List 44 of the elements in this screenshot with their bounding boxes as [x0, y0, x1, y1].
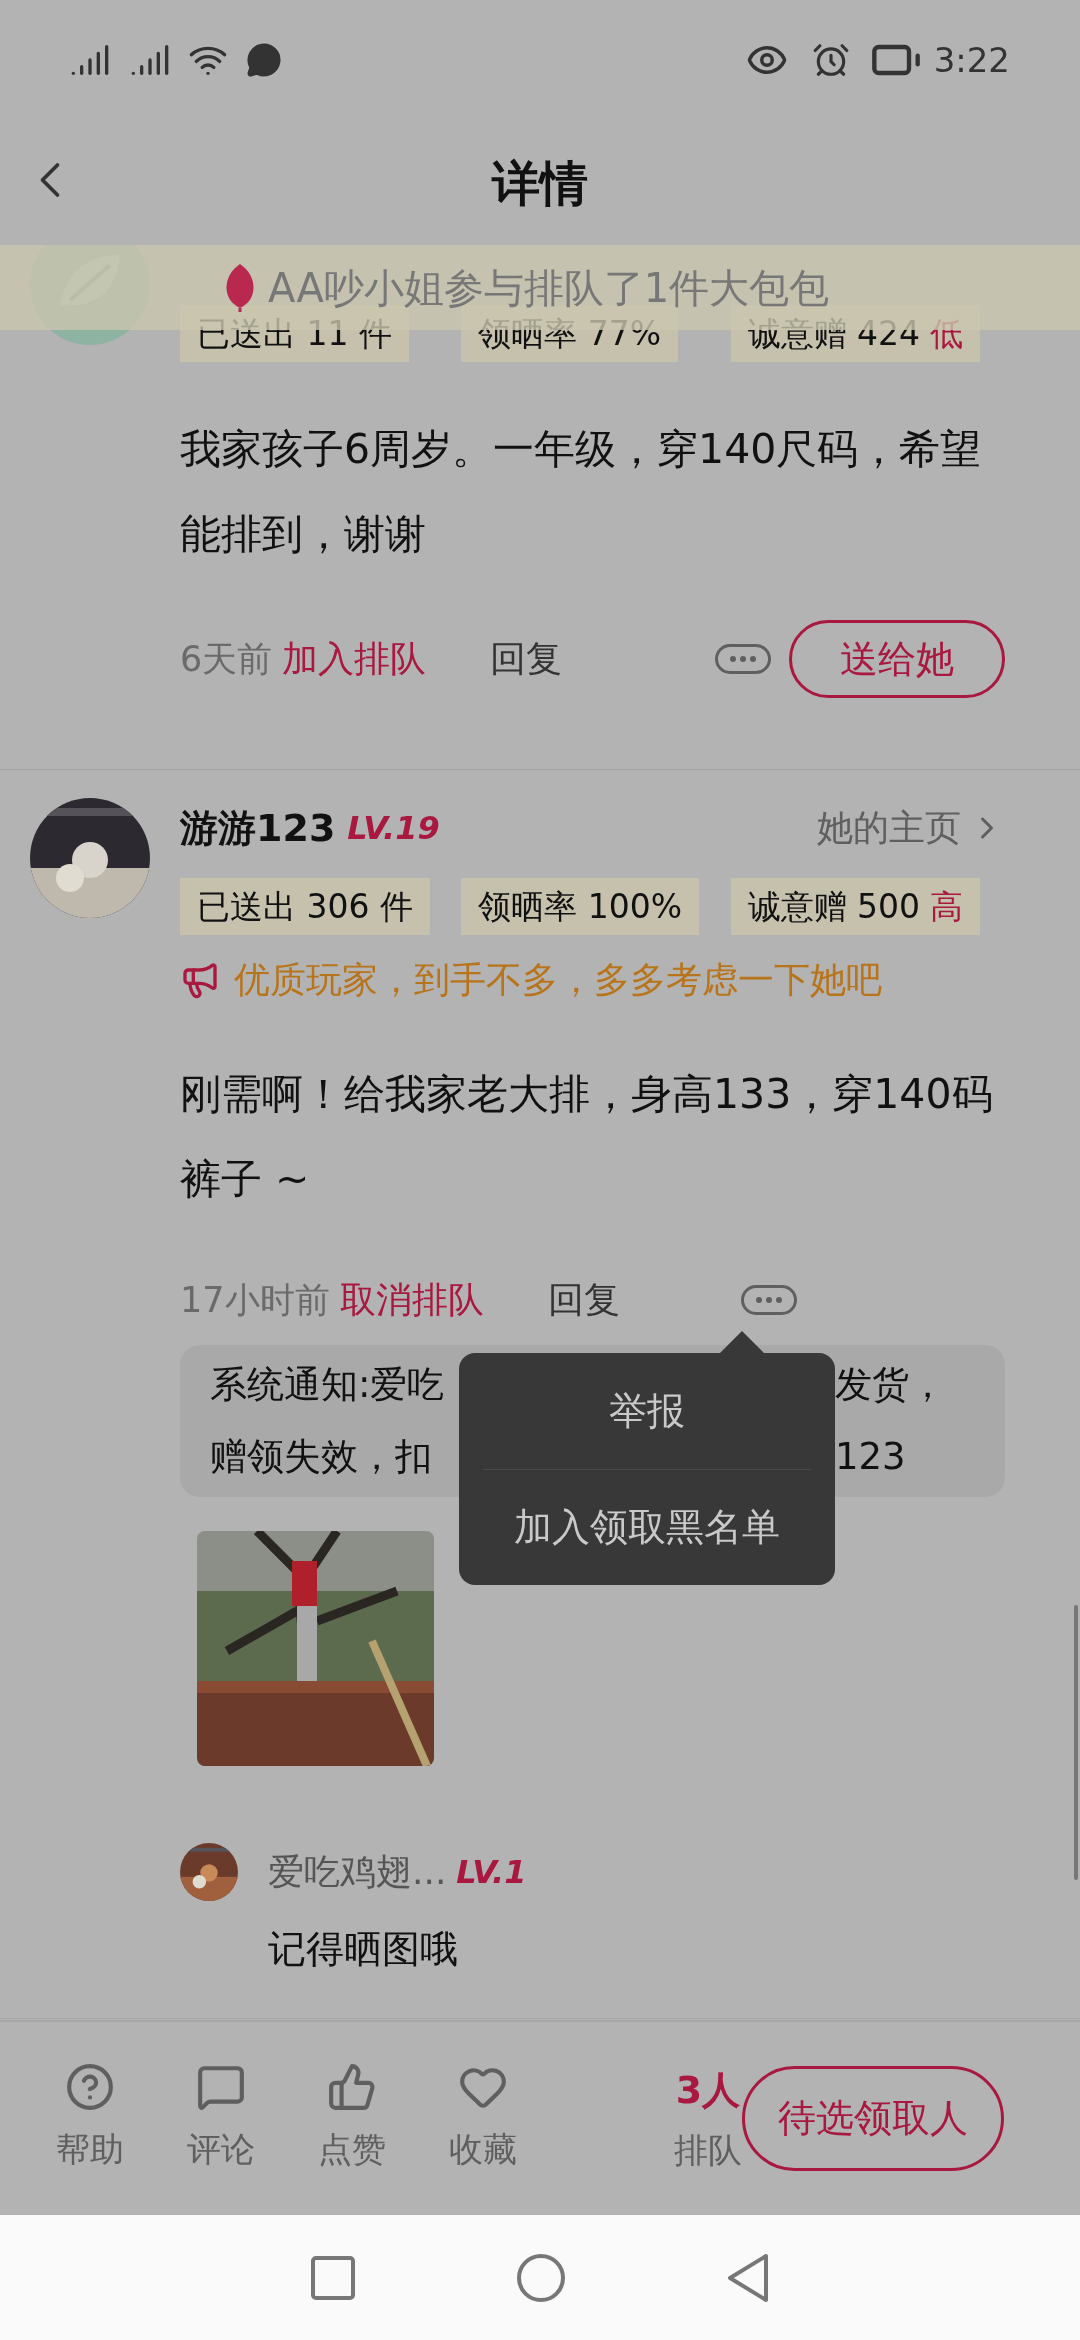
level-label: LV.1	[456, 1852, 527, 1893]
alarm-icon	[811, 41, 850, 79]
stat-chip: 诚意赠 500 高	[730, 878, 980, 935]
queue-link[interactable]: 取消排队	[339, 1273, 484, 1327]
reply-button[interactable]: 回复	[490, 632, 563, 686]
reply-button[interactable]: 回复	[547, 1273, 620, 1327]
bottom-action[interactable]: 点赞	[292, 2062, 412, 2175]
home-icon[interactable]	[516, 2252, 566, 2303]
level-label: LV.19	[347, 808, 440, 849]
post-time: 6天前	[180, 637, 273, 681]
menu-item[interactable]: 举报	[483, 1353, 811, 1469]
queue-link[interactable]: 加入排队	[282, 632, 427, 686]
page-title: 详情	[492, 153, 588, 213]
status-time: 3:22	[933, 38, 1010, 82]
notice-text: 优质玩家，到手不多，多多考虑一下她吧	[234, 958, 882, 1002]
bottom-action[interactable]: 评论	[161, 2062, 281, 2175]
stat-chip: 已送出 306 件	[180, 878, 430, 935]
more-icon[interactable]	[715, 644, 771, 674]
gift-button[interactable]: 送给她	[789, 620, 1005, 698]
recents-icon[interactable]	[310, 2254, 356, 2301]
help-icon	[65, 2062, 115, 2112]
megaphone-icon	[180, 960, 220, 1000]
queue-count: 3人	[675, 2066, 741, 2114]
notice-line-text: 赠领失效，扣	[210, 1434, 432, 1481]
chat-icon	[246, 42, 282, 78]
profile-link[interactable]: 她的主页	[817, 801, 1005, 855]
post-time: 17小时前	[180, 1278, 330, 1322]
more-icon[interactable]	[741, 1285, 797, 1315]
bottom-action[interactable]: 收藏	[423, 2062, 543, 2175]
stat-chip: 领晒率 100%	[461, 878, 700, 935]
back-icon[interactable]	[726, 2252, 770, 2303]
notice-line-text: 123	[835, 1434, 907, 1481]
menu-item[interactable]: 加入领取黑名单	[483, 1469, 811, 1585]
commenter-name: 爱吃鸡翅...	[268, 1850, 447, 1894]
bottom-action[interactable]: 帮助	[30, 2062, 150, 2175]
post-text: 刚需啊！给我家老大排，身高133，穿140码裤子 ~	[180, 1069, 994, 1205]
thumbs-up-icon	[327, 2062, 377, 2112]
notice-line-text: 系统通知:爱吃	[210, 1362, 445, 1409]
notice-line-text: 发货，	[835, 1362, 947, 1409]
queue-label: 排队	[674, 2128, 742, 2172]
pending-recipient-button[interactable]: 待选领取人	[742, 2066, 1004, 2171]
comment-text: 记得晒图哦	[268, 1926, 459, 1973]
post-text: 我家孩子6周岁。一年级，穿140尺码，希望能排到，谢谢	[180, 424, 983, 560]
user-name: 游游123	[180, 804, 336, 852]
